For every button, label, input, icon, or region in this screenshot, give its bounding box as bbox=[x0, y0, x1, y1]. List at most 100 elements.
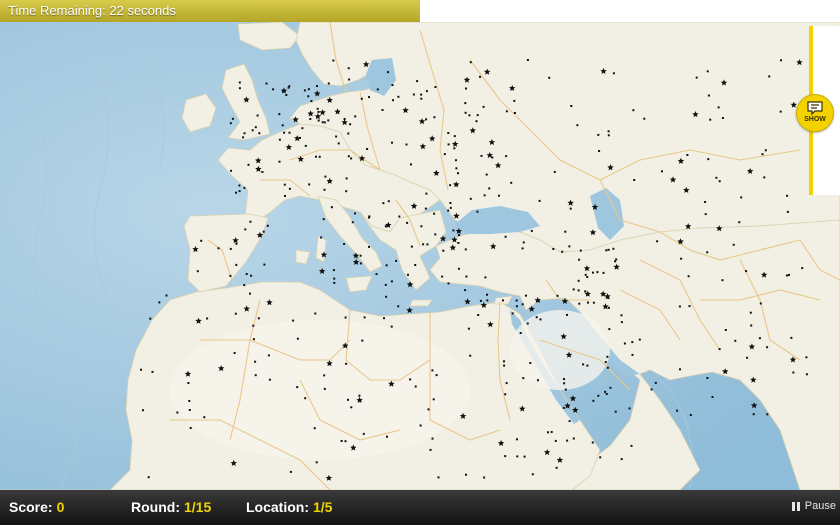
city-dot-icon[interactable] bbox=[607, 306, 610, 309]
city-dot-icon[interactable] bbox=[584, 290, 587, 293]
city-dot-icon[interactable] bbox=[556, 294, 559, 297]
city-dot-icon[interactable] bbox=[531, 473, 534, 476]
city-dot-icon[interactable] bbox=[254, 374, 257, 377]
city-dot-icon[interactable] bbox=[283, 131, 286, 134]
city-dot-icon[interactable] bbox=[572, 288, 575, 291]
city-dot-icon[interactable] bbox=[805, 373, 808, 376]
city-dot-icon[interactable] bbox=[788, 273, 790, 276]
city-dot-icon[interactable] bbox=[530, 229, 533, 232]
city-dot-icon[interactable] bbox=[759, 302, 762, 305]
city-dot-icon[interactable] bbox=[790, 336, 793, 339]
city-dot-icon[interactable] bbox=[633, 179, 636, 181]
city-dot-icon[interactable] bbox=[578, 302, 581, 305]
city-dot-icon[interactable] bbox=[740, 196, 743, 199]
city-dot-icon[interactable] bbox=[679, 368, 681, 371]
city-dot-icon[interactable] bbox=[358, 394, 361, 397]
city-dot-icon[interactable] bbox=[351, 221, 354, 224]
city-dot-icon[interactable] bbox=[631, 341, 634, 344]
city-dot-icon[interactable] bbox=[502, 299, 504, 302]
city-dot-icon[interactable] bbox=[529, 362, 532, 364]
city-dot-icon[interactable] bbox=[614, 410, 617, 413]
city-dot-icon[interactable] bbox=[513, 112, 516, 114]
city-dot-icon[interactable] bbox=[238, 81, 241, 84]
city-dot-icon[interactable] bbox=[332, 59, 335, 62]
city-dot-icon[interactable] bbox=[158, 301, 161, 304]
city-dot-icon[interactable] bbox=[447, 282, 450, 285]
city-dot-icon[interactable] bbox=[272, 88, 275, 91]
city-dot-icon[interactable] bbox=[347, 398, 349, 401]
city-dot-icon[interactable] bbox=[479, 299, 482, 302]
city-dot-icon[interactable] bbox=[488, 187, 491, 190]
city-dot-icon[interactable] bbox=[724, 329, 727, 331]
city-dot-icon[interactable] bbox=[327, 82, 330, 85]
city-dot-icon[interactable] bbox=[362, 432, 365, 435]
city-dot-icon[interactable] bbox=[308, 183, 311, 186]
city-dot-icon[interactable] bbox=[231, 117, 234, 120]
city-dot-icon[interactable] bbox=[598, 150, 601, 152]
city-dot-icon[interactable] bbox=[475, 120, 478, 123]
city-dot-icon[interactable] bbox=[299, 136, 301, 139]
city-dot-icon[interactable] bbox=[316, 85, 318, 88]
city-dot-icon[interactable] bbox=[515, 305, 518, 308]
city-dot-icon[interactable] bbox=[654, 381, 657, 384]
city-dot-icon[interactable] bbox=[188, 409, 191, 411]
city-dot-icon[interactable] bbox=[176, 411, 179, 414]
city-dot-icon[interactable] bbox=[612, 247, 615, 250]
city-dot-icon[interactable] bbox=[779, 110, 782, 113]
city-dot-icon[interactable] bbox=[235, 263, 238, 266]
city-dot-icon[interactable] bbox=[304, 397, 307, 400]
city-dot-icon[interactable] bbox=[480, 154, 483, 157]
city-dot-icon[interactable] bbox=[457, 172, 459, 175]
city-dot-icon[interactable] bbox=[281, 124, 284, 127]
city-dot-icon[interactable] bbox=[519, 332, 522, 334]
city-dot-icon[interactable] bbox=[582, 363, 585, 366]
city-dot-icon[interactable] bbox=[526, 59, 529, 61]
city-dot-icon[interactable] bbox=[623, 342, 626, 345]
city-dot-icon[interactable] bbox=[203, 416, 206, 419]
city-dot-icon[interactable] bbox=[443, 153, 446, 156]
city-dot-icon[interactable] bbox=[323, 374, 326, 377]
city-dot-icon[interactable] bbox=[151, 370, 154, 373]
city-dot-icon[interactable] bbox=[292, 319, 295, 322]
city-dot-icon[interactable] bbox=[521, 303, 524, 306]
city-dot-icon[interactable] bbox=[316, 107, 319, 110]
city-dot-icon[interactable] bbox=[550, 431, 553, 433]
city-dot-icon[interactable] bbox=[711, 396, 714, 398]
city-dot-icon[interactable] bbox=[447, 209, 450, 212]
city-dot-icon[interactable] bbox=[366, 148, 369, 150]
city-dot-icon[interactable] bbox=[547, 431, 549, 434]
city-dot-icon[interactable] bbox=[234, 312, 237, 315]
city-dot-icon[interactable] bbox=[706, 377, 709, 379]
city-dot-icon[interactable] bbox=[254, 360, 257, 363]
city-dot-icon[interactable] bbox=[516, 438, 518, 441]
city-dot-icon[interactable] bbox=[244, 228, 247, 231]
city-dot-icon[interactable] bbox=[638, 338, 641, 341]
city-dot-icon[interactable] bbox=[586, 364, 589, 367]
city-dot-icon[interactable] bbox=[431, 369, 434, 372]
city-dot-icon[interactable] bbox=[578, 258, 581, 261]
city-dot-icon[interactable] bbox=[513, 99, 516, 102]
city-dot-icon[interactable] bbox=[347, 132, 350, 135]
city-dot-icon[interactable] bbox=[427, 408, 430, 411]
city-dot-icon[interactable] bbox=[606, 366, 609, 369]
city-dot-icon[interactable] bbox=[452, 229, 455, 232]
city-dot-icon[interactable] bbox=[249, 220, 252, 223]
city-dot-icon[interactable] bbox=[516, 455, 519, 458]
city-dot-icon[interactable] bbox=[434, 86, 437, 88]
city-dot-icon[interactable] bbox=[330, 206, 333, 209]
city-dot-icon[interactable] bbox=[252, 338, 255, 341]
city-dot-icon[interactable] bbox=[457, 267, 460, 270]
city-dot-icon[interactable] bbox=[761, 153, 764, 156]
city-dot-icon[interactable] bbox=[307, 95, 310, 98]
city-dot-icon[interactable] bbox=[721, 117, 724, 119]
city-dot-icon[interactable] bbox=[425, 192, 428, 195]
city-dot-icon[interactable] bbox=[566, 313, 568, 316]
city-dot-icon[interactable] bbox=[397, 95, 400, 98]
city-dot-icon[interactable] bbox=[387, 200, 390, 203]
city-dot-icon[interactable] bbox=[522, 377, 525, 380]
city-dot-icon[interactable] bbox=[689, 414, 692, 416]
city-dot-icon[interactable] bbox=[267, 354, 270, 357]
city-dot-icon[interactable] bbox=[718, 348, 721, 351]
city-dot-icon[interactable] bbox=[504, 235, 507, 238]
city-dot-icon[interactable] bbox=[706, 251, 709, 254]
